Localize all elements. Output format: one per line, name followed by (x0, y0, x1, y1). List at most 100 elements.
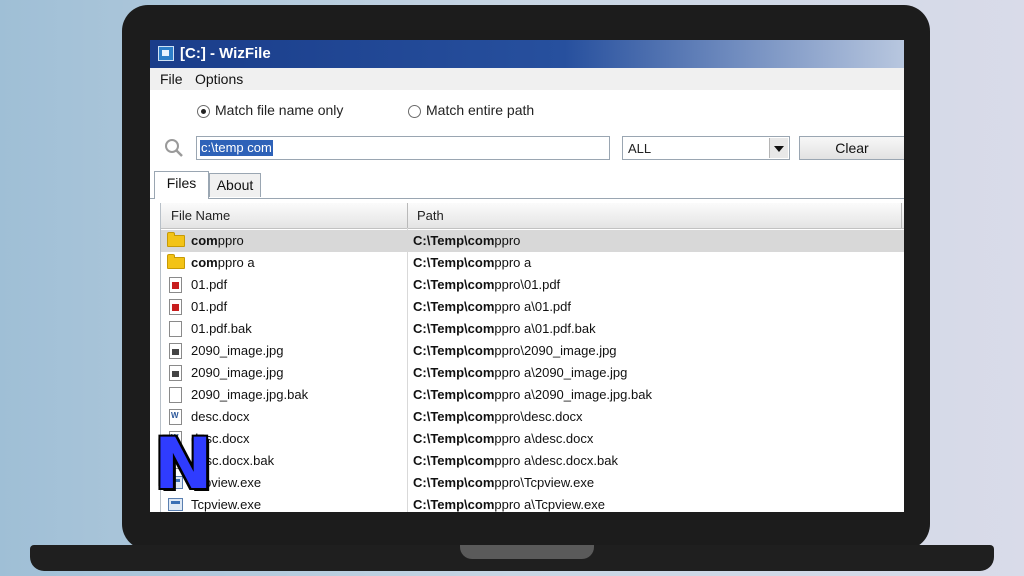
pdf-file-icon (169, 299, 182, 315)
path-cell: C:\Temp\comppro a\01.pdf (413, 299, 571, 314)
path-match: C:\Temp\com (413, 365, 495, 380)
file-name-match: com (191, 255, 218, 270)
path-cell: C:\Temp\comppro\Tcpview.exe (413, 475, 594, 490)
clear-button[interactable]: Clear (799, 136, 904, 160)
path-cell: C:\Temp\comppro a\01.pdf.bak (413, 321, 596, 336)
file-name-text: 2090_image.jpg.bak (191, 387, 309, 402)
table-row[interactable]: 01.pdf.bak C:\Temp\comppro a\01.pdf.bak (161, 318, 904, 340)
file-name-text: 2090_image.jpg (191, 343, 284, 358)
image-file-icon (169, 365, 182, 381)
path-cell: C:\Temp\comppro a\desc.docx (413, 431, 593, 446)
path-match: C:\Temp\com (413, 453, 495, 468)
file-name-text: ppro a (217, 255, 255, 270)
file-name-cell: 01.pdf.bak (191, 321, 252, 336)
menu-file[interactable]: File (160, 71, 183, 87)
folder-icon (167, 232, 185, 247)
path-text: ppro a\01.pdf.bak (494, 321, 596, 336)
table-row[interactable]: comppro C:\Temp\comppro (161, 230, 904, 252)
tab-bar: Files About (150, 171, 904, 199)
path-text: ppro\2090_image.jpg (494, 343, 617, 358)
path-cell: C:\Temp\comppro\01.pdf (413, 277, 560, 292)
table-row[interactable]: Tcpview.exe C:\Temp\comppro\Tcpview.exe (161, 472, 904, 494)
blank-file-icon (169, 387, 182, 403)
path-match: C:\Temp\com (413, 387, 495, 402)
path-cell: C:\Temp\comppro a\2090_image.jpg (413, 365, 627, 380)
filter-value: ALL (628, 141, 652, 156)
menu-options[interactable]: Options (195, 71, 243, 87)
table-row[interactable]: desc.docxC:\Temp\comppro a\desc.docx (161, 428, 904, 450)
table-row[interactable]: 01.pdf C:\Temp\comppro a\01.pdf (161, 296, 904, 318)
path-cell: C:\Temp\comppro\2090_image.jpg (413, 343, 617, 358)
table-row[interactable]: Tcpview.exe C:\Temp\comppro a\Tcpview.exe (161, 494, 904, 512)
folder-icon (167, 254, 185, 269)
table-row[interactable]: comppro a C:\Temp\comppro a (161, 252, 904, 274)
match-entire-path-radio[interactable] (408, 105, 421, 118)
path-text: ppro a\2090_image.jpg (494, 365, 628, 380)
path-cell: C:\Temp\comppro (413, 233, 520, 248)
path-match: C:\Temp\com (413, 343, 495, 358)
file-name-match: com (191, 233, 218, 248)
pdf-file-icon (169, 277, 182, 293)
file-name-cell: 2090_image.jpg (191, 365, 284, 380)
search-input[interactable]: c:\temp com (196, 136, 610, 160)
file-name-text: desc.docx (191, 409, 250, 424)
match-file-name-radio[interactable] (197, 105, 210, 118)
file-name-text: 01.pdf.bak (191, 321, 252, 336)
table-row[interactable]: desc.docx C:\Temp\comppro\desc.docx (161, 406, 904, 428)
table-row[interactable]: 2090_image.jpg.bak C:\Temp\comppro a\2090… (161, 384, 904, 406)
path-match: C:\Temp\com (413, 431, 495, 446)
path-text: ppro a\desc.docx (494, 431, 594, 446)
column-separator[interactable] (407, 203, 408, 228)
path-text: ppro a\2090_image.jpg.bak (494, 387, 652, 402)
file-name-text: 2090_image.jpg (191, 365, 284, 380)
chevron-down-icon[interactable] (769, 138, 788, 158)
path-match: C:\Temp\com (413, 255, 495, 270)
column-header-path[interactable]: Path (417, 208, 444, 223)
search-icon (165, 139, 183, 157)
wizfile-window: [C:] - WizFile File Options Match file n… (150, 40, 904, 512)
table-row[interactable]: 2090_image.jpg C:\Temp\comppro a\2090_ima… (161, 362, 904, 384)
file-name-cell: 01.pdf (191, 277, 227, 292)
path-match: C:\Temp\com (413, 475, 495, 490)
laptop-notch (460, 545, 594, 559)
path-match: C:\Temp\com (413, 321, 495, 336)
path-text: ppro a\01.pdf (494, 299, 572, 314)
tab-about[interactable]: About (209, 173, 261, 197)
blank-file-icon (169, 321, 182, 337)
table-row[interactable]: 01.pdf C:\Temp\comppro\01.pdf (161, 274, 904, 296)
path-text: ppro (494, 233, 521, 248)
path-match: C:\Temp\com (413, 299, 495, 314)
file-name-text: 01.pdf (191, 277, 228, 292)
file-name-cell: desc.docx (191, 409, 250, 424)
results-list[interactable]: File Name Path comppro C:\Temp\comppro com… (160, 203, 904, 512)
list-header: File Name Path (161, 203, 904, 229)
window-title: [C:] - WizFile (180, 45, 271, 62)
path-text: ppro a (494, 255, 532, 270)
search-query-text: c:\temp com (200, 140, 273, 156)
file-name-text: ppro (217, 233, 244, 248)
path-cell: C:\Temp\comppro a\Tcpview.exe (413, 497, 605, 512)
column-separator[interactable] (901, 203, 902, 228)
match-file-name-label: Match file name only (215, 102, 344, 118)
tab-files[interactable]: Files (154, 171, 209, 199)
path-match: C:\Temp\com (413, 233, 495, 248)
path-cell: C:\Temp\comppro\desc.docx (413, 409, 583, 424)
table-row[interactable]: desc.docx.bak C:\Temp\comppro a\desc.docx… (161, 450, 904, 472)
file-name-cell: comppro (191, 233, 244, 248)
path-text: ppro a\Tcpview.exe (494, 497, 605, 512)
menu-bar: File Options (150, 68, 904, 90)
app-icon (158, 46, 174, 61)
file-name-cell: 01.pdf (191, 299, 227, 314)
title-bar[interactable]: [C:] - WizFile (150, 40, 904, 68)
path-text: ppro a\desc.docx.bak (494, 453, 618, 468)
table-row[interactable]: 2090_image.jpg C:\Temp\comppro\2090_image… (161, 340, 904, 362)
column-header-file-name[interactable]: File Name (171, 208, 230, 223)
path-cell: C:\Temp\comppro a\desc.docx.bak (413, 453, 618, 468)
file-name-text: 01.pdf (191, 299, 228, 314)
channel-logo: N (154, 423, 213, 505)
file-type-filter-select[interactable]: ALL (622, 136, 790, 160)
path-text: ppro\desc.docx (494, 409, 583, 424)
match-entire-path-label: Match entire path (426, 102, 535, 118)
path-text: ppro\01.pdf (494, 277, 561, 292)
file-name-cell: 2090_image.jpg (191, 343, 284, 358)
